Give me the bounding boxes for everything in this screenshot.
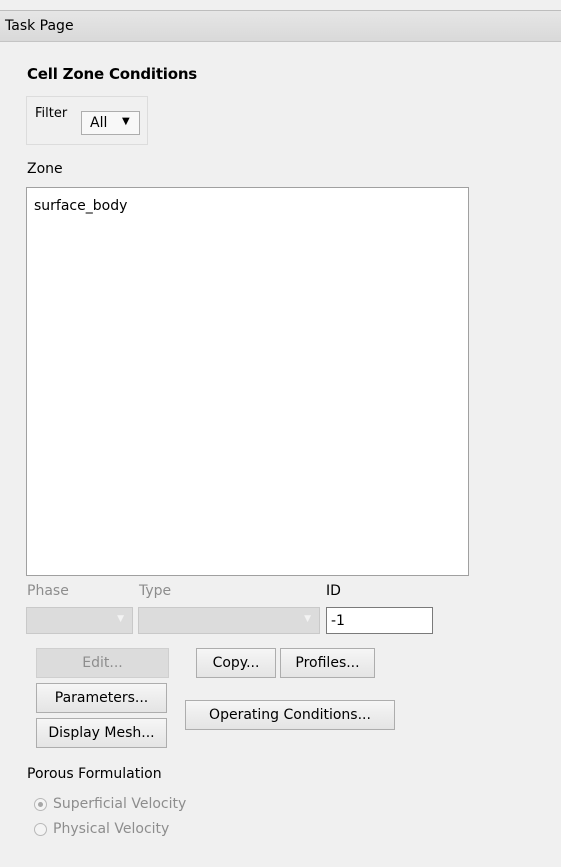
physical-velocity-label: Physical Velocity bbox=[53, 821, 170, 837]
id-label: ID bbox=[326, 583, 341, 599]
operating-conditions-button[interactable]: Operating Conditions... bbox=[185, 700, 395, 730]
filter-label: Filter bbox=[35, 106, 68, 121]
zone-label: Zone bbox=[27, 161, 63, 177]
filter-selected-value: All bbox=[90, 115, 108, 131]
copy-button[interactable]: Copy... bbox=[196, 648, 276, 678]
radio-button-checked-icon bbox=[34, 798, 47, 811]
display-mesh-button[interactable]: Display Mesh... bbox=[36, 718, 167, 748]
chevron-down-icon: ▼ bbox=[117, 614, 124, 624]
superficial-velocity-label: Superficial Velocity bbox=[53, 796, 187, 812]
panel-heading: Cell Zone Conditions bbox=[27, 65, 198, 83]
chevron-down-icon: ▼ bbox=[304, 614, 311, 624]
phase-label: Phase bbox=[27, 583, 69, 599]
porous-formulation-label: Porous Formulation bbox=[27, 766, 162, 782]
task-page-title: Task Page bbox=[5, 18, 74, 34]
phase-dropdown[interactable]: ▼ bbox=[26, 607, 133, 634]
id-field[interactable] bbox=[326, 607, 433, 634]
window-top-strip bbox=[0, 0, 561, 10]
radio-button-icon bbox=[34, 823, 47, 836]
parameters-button[interactable]: Parameters... bbox=[36, 683, 167, 713]
chevron-down-icon: ▼ bbox=[122, 116, 130, 127]
profiles-button[interactable]: Profiles... bbox=[280, 648, 375, 678]
filter-dropdown[interactable]: All ▼ bbox=[81, 111, 140, 135]
zone-list-item[interactable]: surface_body bbox=[34, 198, 127, 214]
edit-button[interactable]: Edit... bbox=[36, 648, 169, 678]
type-dropdown[interactable]: ▼ bbox=[138, 607, 320, 634]
type-label: Type bbox=[139, 583, 172, 599]
task-page-title-bar: Task Page bbox=[0, 10, 561, 42]
zone-list[interactable]: surface_body bbox=[26, 187, 469, 576]
